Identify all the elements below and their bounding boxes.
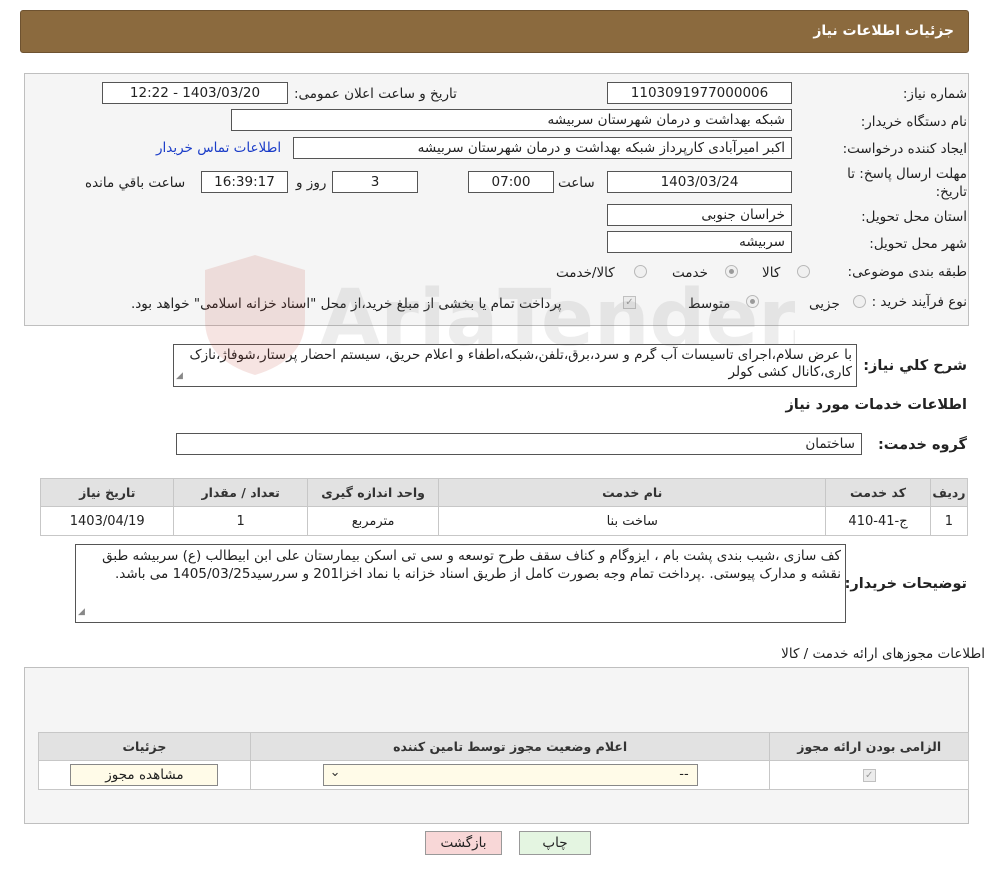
cell-permit-status: ⌄ --	[249, 760, 771, 790]
print-button[interactable]: چاپ	[519, 831, 591, 855]
province-field: خراسان جنوبی	[607, 204, 792, 226]
deadline-time-label: ساعت	[558, 175, 595, 191]
city-field: سربیشه	[607, 231, 792, 253]
time-remaining-label: ساعت باقي مانده	[85, 175, 186, 191]
view-permit-button[interactable]: مشاهده مجوز	[70, 764, 219, 786]
creator-field: اکبر امیرآبادی کارپرداز شبکه بهداشت و در…	[293, 137, 792, 159]
buyer-notes-label: توضيحات خريدار:	[844, 576, 967, 592]
col-service-code: کد خدمت	[825, 478, 931, 507]
summary-text: با عرض سلام،اجرای تاسیسات آب گرم و سرد،ب…	[189, 347, 852, 380]
deadline-label-line2: تاریخ:	[935, 184, 967, 200]
col-unit: واحد اندازه گيری	[306, 478, 440, 507]
treasury-payment-checkbox[interactable]: ✓	[623, 296, 636, 309]
category-goods-label: کالا	[762, 265, 781, 281]
col-need-date: تاريخ نياز	[39, 478, 175, 507]
creator-label: ایجاد کننده درخواست:	[842, 141, 967, 157]
buyer-notes-textarea[interactable]: کف سازی ،شیب بندی پشت بام ، ایزوگام و کن…	[75, 544, 846, 623]
buyer-org-field: شبکه بهداشت و درمان شهرستان سربیشه	[231, 109, 792, 131]
cell-quantity: 1	[173, 506, 308, 536]
chevron-down-icon: ⌄	[329, 765, 341, 780]
days-label: روز و	[296, 175, 327, 191]
permits-table: الزامی بودن ارائه مجوز اعلام وضعیت مجوز …	[38, 732, 969, 790]
service-group-label: گروه خدمت:	[877, 437, 967, 453]
service-group-field: ساختمان	[176, 433, 862, 455]
col-permit-required: الزامی بودن ارائه مجوز	[769, 732, 969, 761]
cell-row-number: 1	[929, 506, 969, 536]
need-number-field: 1103091977000006	[607, 82, 792, 104]
cell-service-name: ساخت بنا	[438, 506, 827, 536]
col-row-number: رديف	[929, 478, 969, 507]
resize-grip-icon[interactable]: ◢	[176, 368, 183, 385]
page-title: جزئیات اطلاعات نیاز	[813, 23, 954, 39]
category-goods-service-label: کالا/خدمت	[556, 265, 615, 281]
category-service-label: خدمت	[672, 265, 708, 281]
page-header: جزئیات اطلاعات نیاز	[20, 10, 969, 53]
process-type-label: نوع فرآیند خرید :	[871, 294, 967, 310]
announce-datetime-field: 1403/03/20 - 12:22	[102, 82, 288, 104]
col-permit-status: اعلام وضعیت مجوز توسط تامین کننده	[249, 732, 771, 761]
city-label: شهر محل تحویل:	[869, 236, 967, 252]
services-section-title: اطلاعات خدمات مورد نياز	[785, 397, 967, 413]
announce-datetime-label: تاریخ و ساعت اعلان عمومی:	[294, 86, 457, 102]
cell-permit-details: مشاهده مجوز	[38, 760, 251, 790]
table-row: ✓ ⌄ -- مشاهده مجوز	[38, 760, 969, 790]
services-table: رديف کد خدمت نام خدمت واحد اندازه گيری ت…	[39, 478, 969, 536]
category-radio-service[interactable]	[725, 265, 738, 278]
treasury-payment-note: پرداخت تمام یا بخشی از مبلغ خرید،از محل …	[131, 296, 562, 312]
cell-permit-required: ✓	[769, 760, 969, 790]
deadline-label-line1: مهلت ارسال پاسخ: تا	[847, 166, 967, 182]
col-quantity: تعداد / مقدار	[173, 478, 308, 507]
permit-required-checkbox: ✓	[862, 768, 876, 782]
cell-need-date: 1403/04/19	[39, 506, 175, 536]
time-remaining-field: 16:39:17	[201, 171, 288, 193]
services-table-header: رديف کد خدمت نام خدمت واحد اندازه گيری ت…	[39, 478, 969, 507]
process-medium-label: متوسط	[688, 296, 731, 312]
permit-status-select[interactable]: ⌄ --	[322, 764, 698, 786]
cell-unit: مترمربع	[306, 506, 440, 536]
process-radio-medium[interactable]	[746, 295, 759, 308]
category-radio-goods-service[interactable]	[634, 265, 647, 278]
process-radio-minor[interactable]	[853, 295, 866, 308]
permit-status-value: --	[679, 767, 689, 782]
permits-section-title: اطلاعات مجوزهای ارائه خدمت / کالا	[781, 646, 985, 662]
province-label: استان محل تحویل:	[861, 209, 967, 225]
category-label: طبقه بندی موضوعی:	[847, 264, 967, 280]
col-permit-details: جزئیات	[38, 732, 251, 761]
permits-table-header: الزامی بودن ارائه مجوز اعلام وضعیت مجوز …	[38, 732, 969, 761]
cell-service-code: ج-41-410	[825, 506, 931, 536]
deadline-date-field: 1403/03/24	[607, 171, 792, 193]
summary-textarea[interactable]: با عرض سلام،اجرای تاسیسات آب گرم و سرد،ب…	[173, 344, 857, 387]
need-number-label: شماره نیاز:	[902, 86, 967, 102]
col-service-name: نام خدمت	[438, 478, 827, 507]
buyer-notes-text: کف سازی ،شیب بندی پشت بام ، ایزوگام و کن…	[102, 548, 841, 582]
table-row: 1 ج-41-410 ساخت بنا مترمربع 1 1403/04/19	[39, 506, 969, 536]
process-minor-label: جزیی	[809, 296, 840, 312]
buyer-org-label: نام دستگاه خریدار:	[860, 114, 967, 130]
days-remaining-field: 3	[332, 171, 418, 193]
deadline-time-field: 07:00	[468, 171, 554, 193]
buyer-contact-link[interactable]: اطلاعات تماس خریدار	[156, 140, 281, 156]
back-button[interactable]: بازگشت	[425, 831, 502, 855]
category-radio-goods[interactable]	[797, 265, 810, 278]
resize-grip-icon[interactable]: ◢	[78, 603, 85, 621]
summary-label: شرح کلي نياز:	[863, 358, 967, 374]
